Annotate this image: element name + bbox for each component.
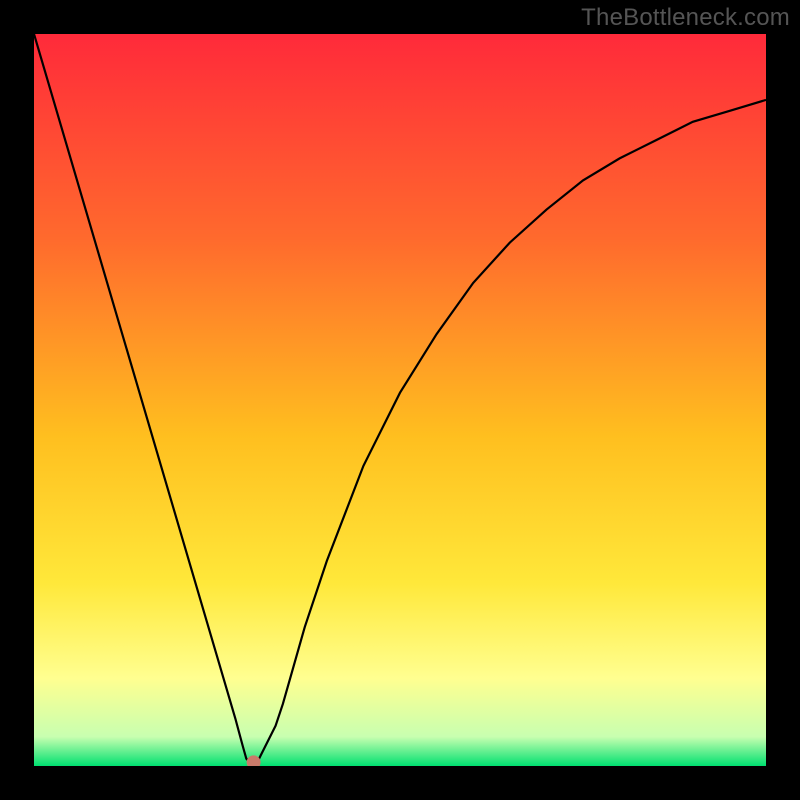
watermark-text: TheBottleneck.com	[581, 4, 790, 32]
chart-frame: TheBottleneck.com	[0, 0, 800, 800]
bottleneck-chart	[34, 34, 766, 766]
gradient-background	[34, 34, 766, 766]
plot-area	[34, 34, 766, 766]
